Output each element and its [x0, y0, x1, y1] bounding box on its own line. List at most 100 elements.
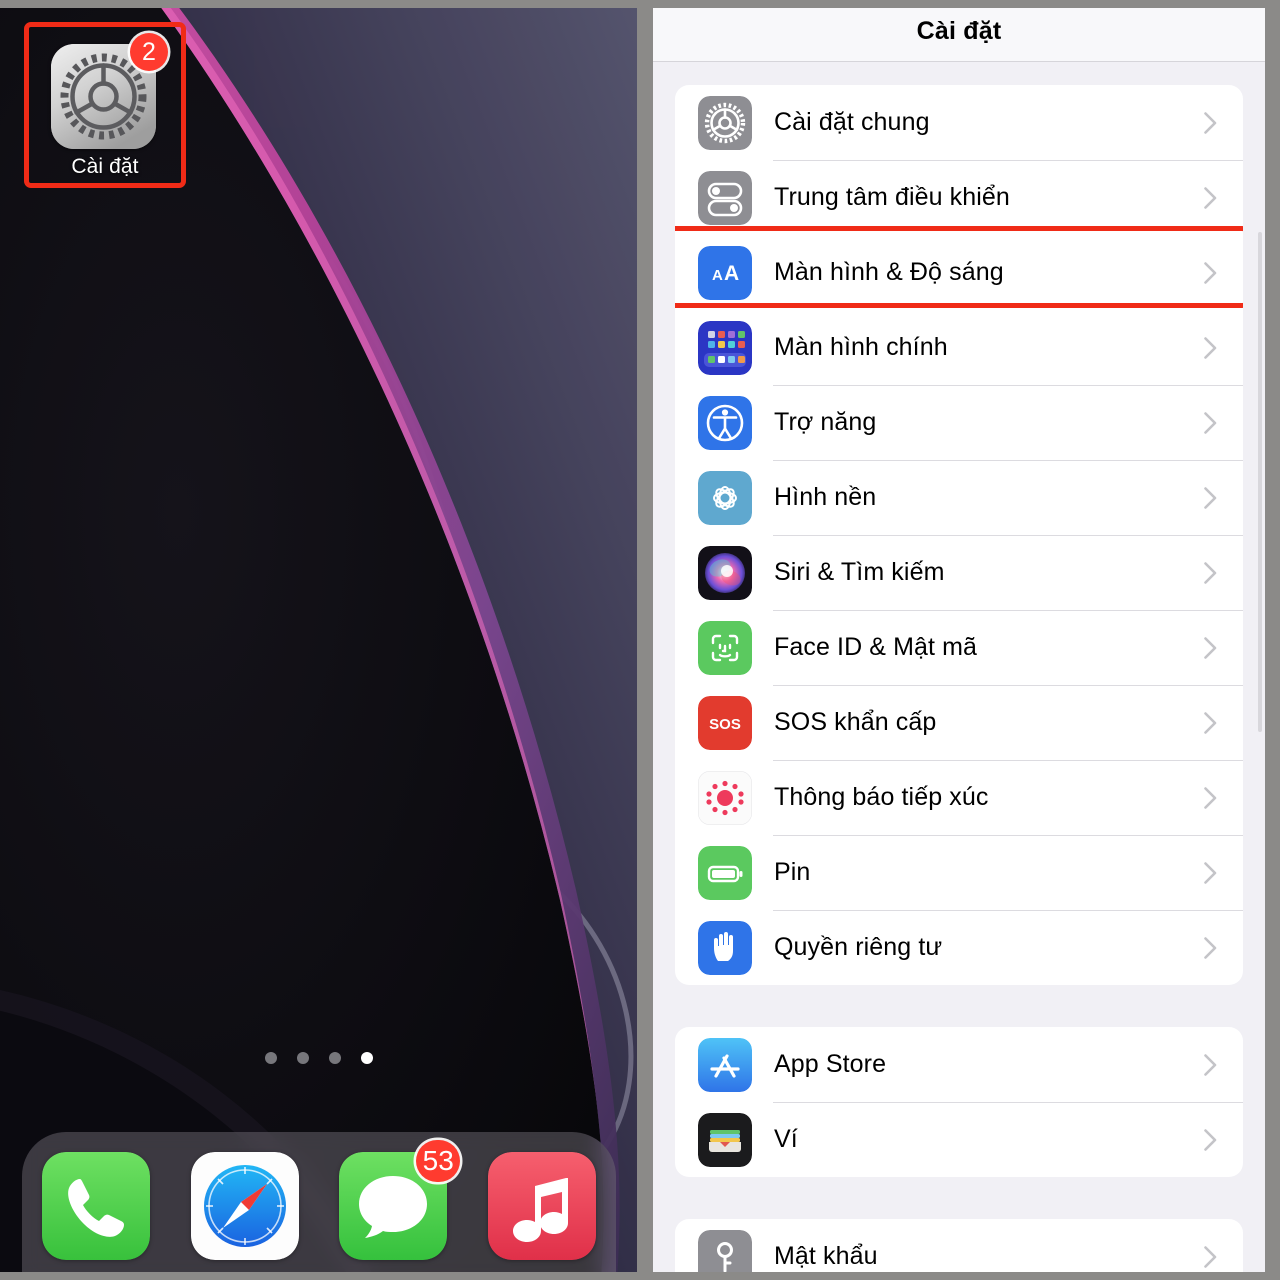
chevron-right-icon — [1204, 861, 1217, 884]
chevron-right-icon — [1204, 636, 1217, 659]
wallpaper-bubble-graphic — [0, 0, 637, 1280]
privacy-icon — [698, 920, 752, 975]
music-note-icon[interactable] — [487, 1152, 596, 1260]
row-label: Face ID & Mật mã — [774, 633, 978, 661]
settings-general-icon — [698, 95, 752, 150]
settings-group-store: App Store Ví — [675, 1027, 1243, 1177]
svg-text:A: A — [724, 262, 739, 285]
svg-text:SOS: SOS — [709, 716, 741, 733]
page-dot-2[interactable] — [296, 1052, 309, 1064]
settings-row-siri-search[interactable]: Siri & Tìm kiếm — [675, 535, 1243, 610]
row-divider — [773, 760, 1243, 761]
chevron-right-icon — [1204, 261, 1217, 284]
row-label: Màn hình chính — [774, 333, 948, 361]
row-divider — [773, 1102, 1243, 1103]
screenshot-root: 2 Cài đặt 53 Cài đặt Cài đặt chung Trung… — [0, 0, 1280, 1280]
wallpaper — [0, 0, 637, 1280]
row-divider — [773, 910, 1243, 911]
row-divider — [773, 685, 1243, 686]
chevron-right-icon — [1204, 486, 1217, 509]
dock-item-safari[interactable] — [190, 1152, 299, 1260]
phone-icon[interactable] — [42, 1152, 151, 1260]
settings-row-control-center[interactable]: Trung tâm điều khiển — [675, 160, 1243, 235]
row-label: Siri & Tìm kiếm — [774, 558, 945, 586]
row-label: Cài đặt chung — [774, 108, 930, 136]
settings-row-privacy[interactable]: Quyền riêng tư — [675, 910, 1243, 985]
app-store-icon — [698, 1037, 752, 1092]
chevron-right-icon — [1204, 411, 1217, 434]
panel-divider — [637, 0, 653, 1280]
chevron-right-icon — [1204, 561, 1217, 584]
dock-item-messages[interactable]: 53 — [339, 1140, 461, 1260]
siri-search-icon — [698, 545, 752, 600]
svg-text:A: A — [712, 267, 723, 284]
chevron-right-icon — [1204, 1245, 1217, 1268]
row-label: Mật khẩu — [774, 1242, 878, 1270]
dock-item-phone[interactable] — [42, 1152, 151, 1260]
row-divider — [773, 385, 1243, 386]
settings-row-emergency-sos[interactable]: SOS SOS khẩn cấp — [675, 685, 1243, 760]
home-screen-icon — [698, 320, 752, 375]
settings-row-face-id-passcode[interactable]: Face ID & Mật mã — [675, 610, 1243, 685]
page-dot-4-active[interactable] — [360, 1052, 373, 1064]
messages-badge: 53 — [416, 1140, 461, 1182]
ios-settings-app: Cài đặt Cài đặt chung Trung tâm điều khi… — [653, 0, 1265, 1280]
dock-item-music[interactable] — [487, 1152, 596, 1260]
row-divider — [773, 835, 1243, 836]
settings-row-display-brightness[interactable]: A A Màn hình & Độ sáng — [675, 235, 1243, 310]
chevron-right-icon — [1204, 1128, 1217, 1151]
battery-icon — [698, 845, 752, 900]
vertical-scrollbar[interactable] — [1258, 232, 1262, 732]
settings-row-home-screen[interactable]: Màn hình chính — [675, 310, 1243, 385]
settings-group-accounts: Mật khẩu — [675, 1219, 1243, 1280]
settings-row-general[interactable]: Cài đặt chung — [675, 85, 1243, 160]
iphone-home-screen: 2 Cài đặt 53 — [0, 0, 637, 1280]
settings-nav-bar: Cài đặt — [653, 0, 1265, 62]
settings-app-label: Cài đặt — [71, 155, 139, 178]
dock: 53 — [22, 1132, 616, 1280]
row-label: Trợ năng — [774, 408, 877, 436]
face-id-passcode-icon — [698, 620, 752, 675]
row-label: Ví — [774, 1125, 798, 1153]
chevron-right-icon — [1204, 786, 1217, 809]
wallpaper-icon — [698, 470, 752, 525]
settings-row-battery[interactable]: Pin — [675, 835, 1243, 910]
settings-app-icon-block[interactable]: 2 — [51, 33, 168, 149]
settings-row-wallet[interactable]: Ví — [675, 1102, 1243, 1177]
accessibility-icon — [698, 395, 752, 450]
home-app-settings[interactable]: 2 Cài đặt — [24, 22, 186, 188]
row-label: Trung tâm điều khiển — [774, 183, 1010, 211]
emergency-sos-icon: SOS — [698, 695, 752, 750]
chevron-right-icon — [1204, 936, 1217, 959]
settings-row-exposure-notification[interactable]: Thông báo tiếp xúc — [675, 760, 1243, 835]
row-divider — [773, 535, 1243, 536]
settings-row-accessibility[interactable]: Trợ năng — [675, 385, 1243, 460]
settings-scroll-area[interactable]: Cài đặt chung Trung tâm điều khiển A A M… — [653, 63, 1265, 1280]
chevron-right-icon — [1204, 1053, 1217, 1076]
settings-row-app-store[interactable]: App Store — [675, 1027, 1243, 1102]
frame-edge-bottom — [0, 1272, 1280, 1280]
display-brightness-icon: A A — [698, 245, 752, 300]
compass-icon[interactable] — [190, 1152, 299, 1260]
row-label: Màn hình & Độ sáng — [774, 258, 1004, 286]
settings-badge: 2 — [130, 33, 168, 71]
chevron-right-icon — [1204, 186, 1217, 209]
frame-edge-right — [1265, 0, 1280, 1280]
row-divider — [773, 160, 1243, 161]
row-label: SOS khẩn cấp — [774, 708, 937, 736]
settings-row-passwords[interactable]: Mật khẩu — [675, 1219, 1243, 1280]
page-title: Cài đặt — [916, 17, 1002, 45]
page-dot-1[interactable] — [264, 1052, 277, 1064]
exposure-notification-icon — [698, 770, 752, 825]
settings-row-wallpaper[interactable]: Hình nền — [675, 460, 1243, 535]
page-dot-3[interactable] — [328, 1052, 341, 1064]
row-label: Hình nền — [774, 483, 877, 511]
row-label: Quyền riêng tư — [774, 933, 943, 961]
control-center-icon — [698, 170, 752, 225]
frame-edge-top — [0, 0, 1280, 8]
settings-row-display-brightness-wrapper: A A Màn hình & Độ sáng — [675, 226, 1243, 310]
chevron-right-icon — [1204, 111, 1217, 134]
page-indicator[interactable] — [0, 1052, 637, 1064]
settings-group-system: Cài đặt chung Trung tâm điều khiển A A M… — [675, 85, 1243, 985]
chevron-right-icon — [1204, 711, 1217, 734]
